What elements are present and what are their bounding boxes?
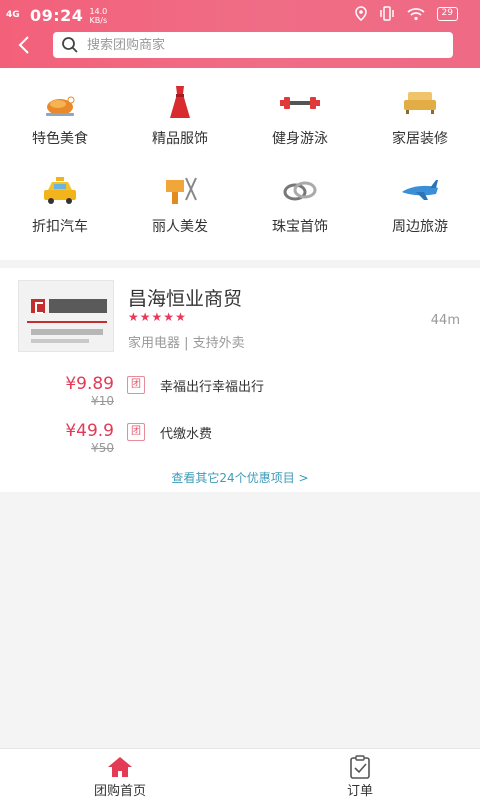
home-icon <box>108 757 132 777</box>
category-label: 特色美食 <box>32 131 88 147</box>
bottom-nav: 团购首页 订单 <box>0 748 480 800</box>
category-label: 珠宝首饰 <box>272 219 328 235</box>
header-bar: 4G 09:24 14.0 KB/s 29 <box>0 0 480 68</box>
category-car[interactable]: 折扣汽车 <box>0 160 120 244</box>
battery-indicator: 29 <box>436 6 458 21</box>
category-label: 家居装修 <box>392 131 448 147</box>
category-travel[interactable]: 周边旅游 <box>360 160 480 244</box>
vibrate-icon <box>379 6 394 21</box>
airplane-icon <box>402 180 438 200</box>
star-icon: ★ <box>128 310 139 324</box>
more-deals-link[interactable]: 查看其它24个优惠项目 > <box>0 469 480 486</box>
deal-price: ¥49.9 <box>65 421 114 441</box>
status-time: 09:24 <box>30 6 84 25</box>
shop-distance: 44m <box>430 313 460 328</box>
category-food[interactable]: 特色美食 <box>0 72 120 156</box>
category-jewelry[interactable]: 珠宝首饰 <box>240 160 360 244</box>
network-speed: 14.0 KB/s <box>89 6 108 25</box>
deal-original-price: ¥50 <box>91 441 114 455</box>
category-grid: 特色美食 精品服饰 健身游泳 家居装修 折扣汽车 丽人美发 珠宝首饰 周边旅游 <box>0 68 480 260</box>
search-input[interactable] <box>87 32 437 58</box>
taxi-icon <box>44 177 76 204</box>
shop-tags: 家用电器 | 支持外卖 <box>128 336 245 351</box>
location-icon <box>354 6 367 21</box>
star-icon: ★ <box>139 310 151 324</box>
tab-label: 团购首页 <box>93 784 146 799</box>
category-label: 周边旅游 <box>392 219 448 235</box>
order-clipboard-icon <box>350 755 370 779</box>
deal-name: 幸福出行幸福出行 <box>160 380 265 395</box>
star-icon: ★ <box>151 310 163 324</box>
shop-card[interactable]: 昌海恒业商贸 ★ ★ ★ ★ ★ 44m 家用电器 | 支持外卖 ¥9.89 ¥… <box>0 268 480 492</box>
tab-label: 订单 <box>346 784 373 799</box>
shop-name[interactable]: 昌海恒业商贸 <box>128 284 242 311</box>
category-label: 健身游泳 <box>272 131 328 147</box>
category-beauty[interactable]: 丽人美发 <box>120 160 240 244</box>
star-icon: ★ <box>175 310 186 324</box>
category-home[interactable]: 家居装修 <box>360 72 480 156</box>
category-label: 精品服饰 <box>152 131 208 147</box>
deal-price: ¥9.89 <box>65 374 114 394</box>
search-bar[interactable] <box>53 32 453 58</box>
dumbbell-icon <box>280 97 320 109</box>
group-buy-badge: 团 <box>127 423 145 441</box>
category-clothing[interactable]: 精品服饰 <box>120 72 240 156</box>
rating-stars: ★ ★ ★ ★ ★ <box>128 311 186 323</box>
tab-group-buy-home[interactable]: 团购首页 <box>60 749 180 800</box>
deal-original-price: ¥10 <box>91 394 114 408</box>
category-label: 丽人美发 <box>152 219 208 235</box>
back-arrow-icon[interactable] <box>14 34 36 56</box>
deal-name: 代缴水费 <box>160 427 213 442</box>
sofa-icon <box>404 92 436 114</box>
search-icon <box>62 37 78 53</box>
wifi-icon <box>407 7 425 20</box>
tab-orders[interactable]: 订单 <box>300 749 420 800</box>
shop-logo <box>18 280 114 352</box>
deal-item[interactable]: ¥49.9 ¥50 团 代缴水费 <box>0 419 480 463</box>
category-label: 折扣汽车 <box>32 219 88 235</box>
deal-item[interactable]: ¥9.89 ¥10 团 幸福出行幸福出行 <box>0 372 480 416</box>
hair-dryer-icon <box>166 177 197 204</box>
group-buy-badge: 团 <box>127 376 145 394</box>
status-bar: 4G 09:24 14.0 KB/s 29 <box>0 4 480 26</box>
red-dress-icon <box>170 86 190 118</box>
category-fitness[interactable]: 健身游泳 <box>240 72 360 156</box>
rings-icon <box>283 181 317 201</box>
roast-chicken-icon <box>46 96 75 116</box>
network-indicator: 4G <box>6 10 20 20</box>
star-icon: ★ <box>163 310 175 324</box>
